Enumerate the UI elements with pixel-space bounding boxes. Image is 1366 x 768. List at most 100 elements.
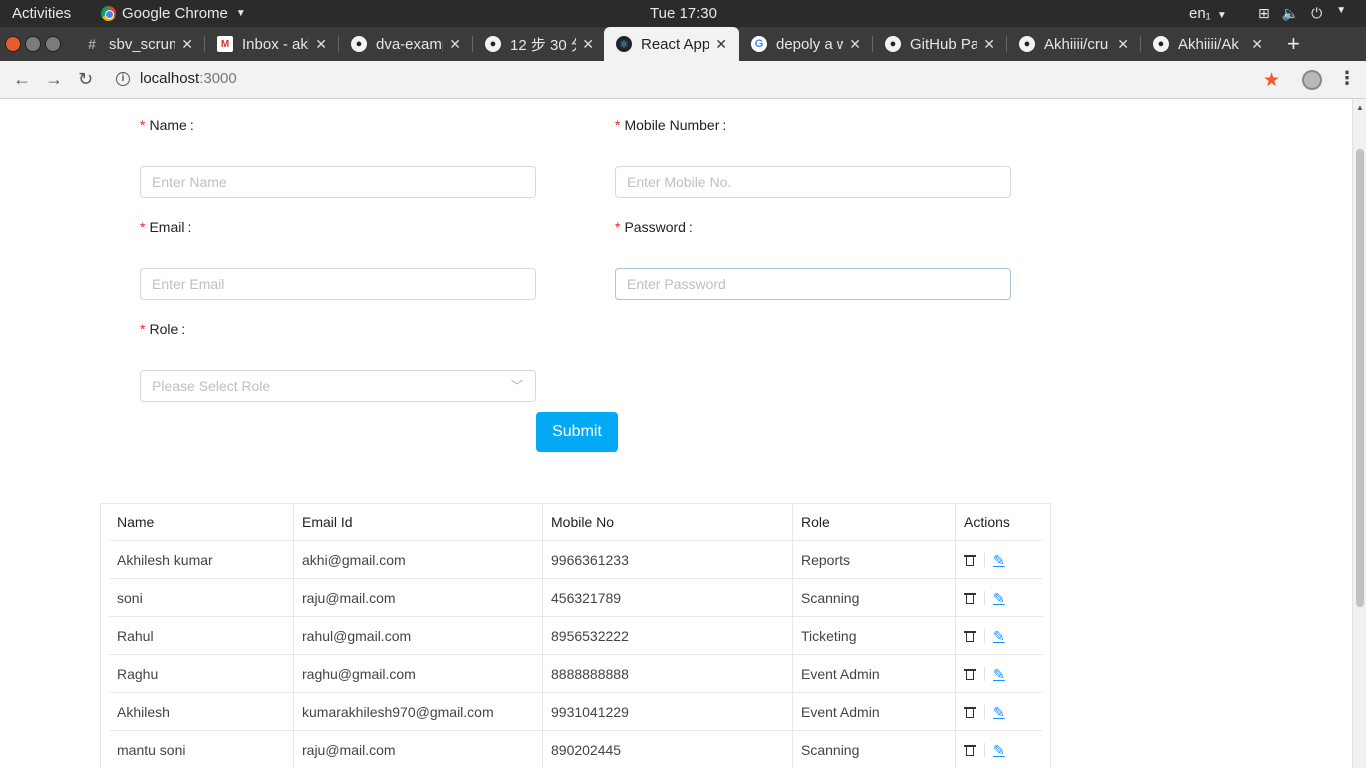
mobile-input[interactable] [615,166,1011,198]
tab-title: React App [641,35,710,53]
forward-arrow-icon[interactable]: → [45,69,63,90]
cell-actions: ✎ [956,655,1043,693]
cell-role: Ticketing [793,617,956,655]
email-input[interactable] [140,268,536,300]
reload-icon[interactable]: ↻ [78,69,93,90]
tab-active[interactable]: ⚛ React App ✕ [604,27,739,61]
activities-button[interactable]: Activities [12,5,71,22]
tab[interactable]: M Inbox - akh ✕ [205,27,339,61]
kebab-menu-icon[interactable]: ⋮ [1338,68,1356,89]
power-icon: ⏻ [1311,5,1323,21]
table-row: mantu soni raju@mail.com 890202445 Scann… [109,730,1043,768]
close-tab-icon[interactable]: ✕ [715,36,727,53]
edit-icon[interactable]: ✎ [993,552,1005,569]
window-minimize-button[interactable] [25,36,41,52]
new-tab-button[interactable]: + [1287,31,1300,57]
app-menu[interactable]: Google Chrome ▼ [101,5,246,22]
clock[interactable]: Tue 17:30 [650,5,717,22]
profile-avatar[interactable] [1302,70,1322,90]
cell-role: Event Admin [793,655,956,693]
app-name: Google Chrome [122,5,228,22]
tab-title: Inbox - akh [242,35,310,53]
table-row: Raghu raghu@gmail.com 8888888888 Event A… [109,654,1043,693]
column-header[interactable]: Email Id [294,504,543,540]
close-tab-icon[interactable]: ✕ [315,36,327,53]
name-input[interactable] [140,166,536,198]
chevron-down-icon: ﹀ [510,379,523,393]
cell-email: raju@mail.com [294,579,543,617]
cell-role: Reports [793,541,956,579]
edit-icon[interactable]: ✎ [993,628,1005,645]
column-header[interactable]: Name [109,504,294,540]
table-row: soni raju@mail.com 456321789 Scanning ✎ [109,578,1043,617]
table-row: Akhilesh kumar akhi@gmail.com 9966361233… [109,540,1043,579]
column-header[interactable]: Mobile No [543,504,793,540]
cell-name: Raghu [109,655,294,693]
table-row: Akhilesh kumarakhilesh970@gmail.com 9931… [109,692,1043,731]
cell-role: Scanning [793,731,956,768]
os-top-bar: Activities Google Chrome ▼ Tue 17:30 en₁… [0,0,1366,27]
tab[interactable]: ● GitHub Pa ✕ [873,27,1007,61]
window-maximize-button[interactable] [45,36,61,52]
page-scrollbar[interactable]: ▲ [1352,99,1366,768]
volume-icon: 🔈 [1281,5,1300,21]
column-header[interactable]: Role [793,504,956,540]
close-tab-icon[interactable]: ✕ [181,36,193,53]
tab[interactable]: ● Akhiiii/cru ✕ [1007,27,1141,61]
tab[interactable]: # sbv_scrum ✕ [72,27,205,61]
slack-icon: # [88,36,96,52]
bookmark-star-icon[interactable]: ★ [1263,69,1280,92]
language-indicator[interactable]: en₁ ▼ [1189,5,1227,22]
system-tray[interactable]: ⊞ 🔈 ⏻ ▼ [1258,5,1346,22]
delete-icon[interactable] [964,668,976,681]
cell-actions: ✎ [956,617,1043,655]
tab[interactable]: ● 12 步 30 分 ✕ [473,27,606,61]
edit-icon[interactable]: ✎ [993,742,1005,759]
delete-icon[interactable] [964,744,976,757]
react-icon: ⚛ [616,36,632,52]
url-host: localhost [140,70,200,87]
cell-mobile: 8888888888 [543,655,793,693]
email-form-item: * Email: [140,219,536,300]
tab[interactable]: G depoly a w ✕ [739,27,873,61]
gmail-icon: M [217,36,233,52]
role-label: * Role: [140,321,186,337]
delete-icon[interactable] [964,554,976,567]
github-icon: ● [351,36,367,52]
close-tab-icon[interactable]: ✕ [1251,36,1263,53]
role-select[interactable]: Please Select Role ﹀ [140,370,536,402]
tab-title: sbv_scrum [109,35,176,53]
tab[interactable]: ● dva-examp ✕ [339,27,473,61]
mobile-label: * Mobile Number: [615,117,727,133]
address-bar: ← → ↻ i localhost:3000 ★ ⋮ [0,61,1366,99]
tab[interactable]: ● Akhiiii/Ak ✕ [1141,27,1275,61]
github-icon: ● [1019,36,1035,52]
tab-title: Akhiiii/Ak [1178,35,1239,53]
password-input[interactable] [615,268,1011,300]
tab-title: GitHub Pa [910,35,978,53]
edit-icon[interactable]: ✎ [993,666,1005,683]
close-tab-icon[interactable]: ✕ [449,36,461,53]
edit-icon[interactable]: ✎ [993,704,1005,721]
caret-down-icon: ▼ [235,8,246,19]
cell-name: Akhilesh kumar [109,541,294,579]
close-tab-icon[interactable]: ✕ [849,36,861,53]
back-arrow-icon[interactable]: ← [13,69,31,90]
caret-down-icon: ▼ [1336,5,1347,16]
cell-role: Scanning [793,579,956,617]
delete-icon[interactable] [964,630,976,643]
url-field[interactable]: i localhost:3000 [116,70,237,87]
close-tab-icon[interactable]: ✕ [582,36,594,53]
mobile-form-item: * Mobile Number: [615,117,1011,198]
delete-icon[interactable] [964,706,976,719]
delete-icon[interactable] [964,592,976,605]
close-tab-icon[interactable]: ✕ [1117,36,1129,53]
tab-title: Akhiiii/cru [1044,35,1109,53]
info-icon[interactable]: i [116,71,130,86]
edit-icon[interactable]: ✎ [993,590,1005,607]
window-close-button[interactable] [5,36,21,52]
scrollbar-thumb[interactable] [1356,149,1364,607]
close-tab-icon[interactable]: ✕ [983,36,995,53]
scroll-up-arrow-icon[interactable]: ▲ [1356,103,1364,112]
submit-button[interactable]: Submit [536,412,618,452]
